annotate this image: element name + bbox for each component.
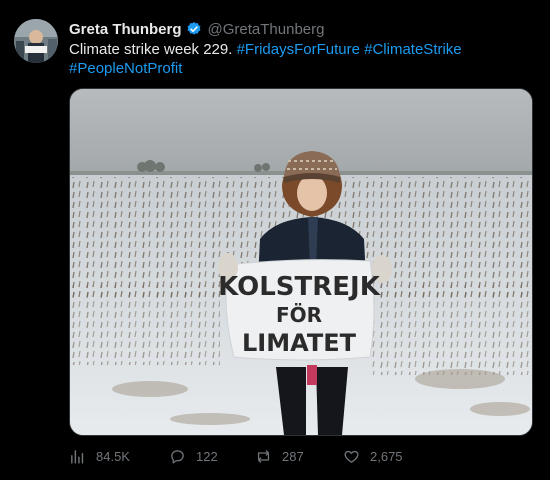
sign-line-2: FÖR [276,303,322,327]
author-name[interactable]: Greta Thunberg [69,21,182,38]
verified-badge-icon [187,22,200,35]
heart-icon [344,450,359,463]
tweet-body-text: Climate strike week 229. [69,41,237,58]
tweet-text: Climate strike week 229. #FridaysForFutu… [69,40,539,78]
like-action[interactable]: 2,675 [343,446,403,466]
author-handle[interactable]: @GretaThunberg [208,21,325,38]
like-count: 2,675 [370,448,403,464]
views-action[interactable]: 84.5K [69,446,130,466]
views-icon [71,449,84,464]
sign-line-1: KOLSTREJK [218,272,381,302]
avatar-image [14,19,58,63]
retweet-icon [257,449,270,463]
hashtag-link[interactable]: #ClimateStrike [364,41,462,58]
retweet-count: 287 [282,448,304,464]
tweet: Greta Thunberg @GretaThunberg Climate st… [0,0,550,480]
reply-count: 122 [196,448,218,464]
tweet-actions: 84.5K 122 287 2,675 [69,446,531,466]
avatar[interactable] [14,19,58,63]
views-count: 84.5K [96,448,130,464]
hashtag-link[interactable]: #PeopleNotProfit [69,60,182,77]
hashtag-link[interactable]: #FridaysForFuture [237,41,360,58]
retweet-action[interactable]: 287 [255,446,304,466]
photo-scene: KOLSTREJK FÖR LIMATET [70,89,532,435]
tweet-photo[interactable]: KOLSTREJK FÖR LIMATET [69,88,533,436]
reply-action[interactable]: 122 [169,446,218,466]
reply-icon [171,449,184,464]
sign-line-3: LIMATET [242,329,357,357]
tweet-header: Greta Thunberg @GretaThunberg [69,19,324,39]
protest-sign: KOLSTREJK FÖR LIMATET [218,253,392,361]
